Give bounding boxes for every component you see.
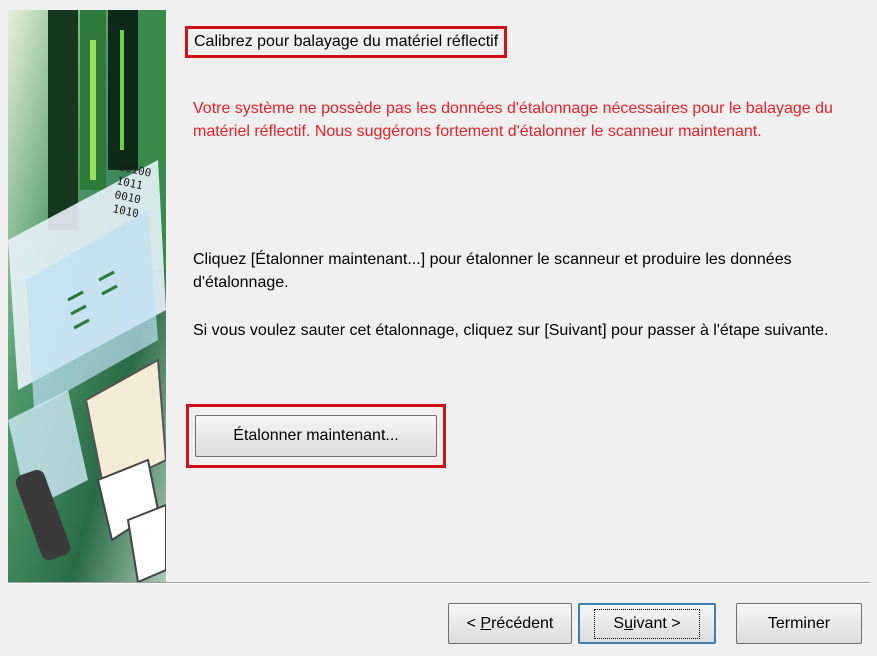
calibrate-instruction: Cliquez [Étalonner maintenant...] pour é… xyxy=(193,251,792,291)
page-title: Calibrez pour balayage du matériel réfle… xyxy=(185,26,508,58)
calibration-warning: Votre système ne possède pas les données… xyxy=(193,100,833,140)
back-accesskey: P xyxy=(480,614,492,632)
next-label: ivant > xyxy=(632,614,681,632)
page-title-text: Calibrez pour balayage du matériel réfle… xyxy=(194,33,499,50)
next-focus-rect: Su ivant > xyxy=(594,608,700,639)
footer-divider xyxy=(8,582,870,584)
next-prefix: S xyxy=(613,614,625,632)
calibrate-now-button[interactable]: Étalonner maintenant... xyxy=(195,415,437,457)
next-button[interactable]: Su ivant > xyxy=(578,603,716,644)
finish-button[interactable]: Terminer xyxy=(736,603,862,644)
next-accesskey: u xyxy=(624,614,633,632)
wizard-dialog: 10100 1011 0010 1010 Calibrez pour balay… xyxy=(0,0,877,656)
skip-instruction: Si vous voulez sauter cet étalonnage, cl… xyxy=(193,322,829,339)
wizard-content: Calibrez pour balayage du matériel réfle… xyxy=(166,0,877,582)
back-prefix: < xyxy=(466,614,481,632)
back-label: récédent xyxy=(491,614,554,632)
back-button[interactable]: < Précédent xyxy=(448,603,572,644)
calibrate-button-highlight: Étalonner maintenant... xyxy=(186,404,446,468)
finish-label: Terminer xyxy=(767,614,831,632)
scanner-illustration-icon: 10100 1011 0010 1010 xyxy=(8,10,166,582)
wizard-side-illustration: 10100 1011 0010 1010 xyxy=(8,10,166,582)
calibrate-now-label: Étalonner maintenant... xyxy=(233,427,399,444)
